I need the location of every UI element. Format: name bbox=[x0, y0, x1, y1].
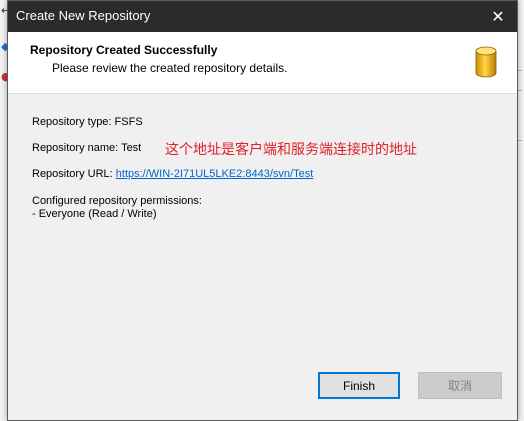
close-button[interactable]: ✕ bbox=[479, 1, 517, 32]
window-title: Create New Repository bbox=[16, 8, 151, 23]
repository-name: Repository name: Test bbox=[32, 142, 142, 154]
database-icon bbox=[475, 46, 497, 78]
repository-url-row: Repository URL: https://WIN-2I71UL5LKE2:… bbox=[32, 168, 313, 180]
red-annotation-text: 这个地址是客户端和服务端连接时的地址 bbox=[165, 142, 417, 158]
permissions-entry: - Everyone (Read / Write) bbox=[32, 208, 157, 220]
title-bar[interactable]: Create New Repository ✕ bbox=[8, 1, 517, 32]
cancel-button: 取消 bbox=[418, 372, 502, 399]
header-subtitle: Please review the created repository det… bbox=[52, 61, 288, 75]
wizard-header: Repository Created Successfully Please r… bbox=[8, 32, 517, 94]
header-title: Repository Created Successfully bbox=[30, 43, 218, 57]
create-repository-dialog: Create New Repository ✕ Repository Creat… bbox=[7, 0, 518, 421]
repository-url-link[interactable]: https://WIN-2I71UL5LKE2:8443/svn/Test bbox=[116, 168, 314, 180]
repository-type: Repository type: FSFS bbox=[32, 116, 143, 128]
permissions-label: Configured repository permissions: bbox=[32, 195, 202, 207]
finish-button[interactable]: Finish bbox=[318, 372, 400, 399]
repository-url-label: Repository URL: bbox=[32, 168, 116, 180]
close-icon: ✕ bbox=[491, 7, 505, 26]
